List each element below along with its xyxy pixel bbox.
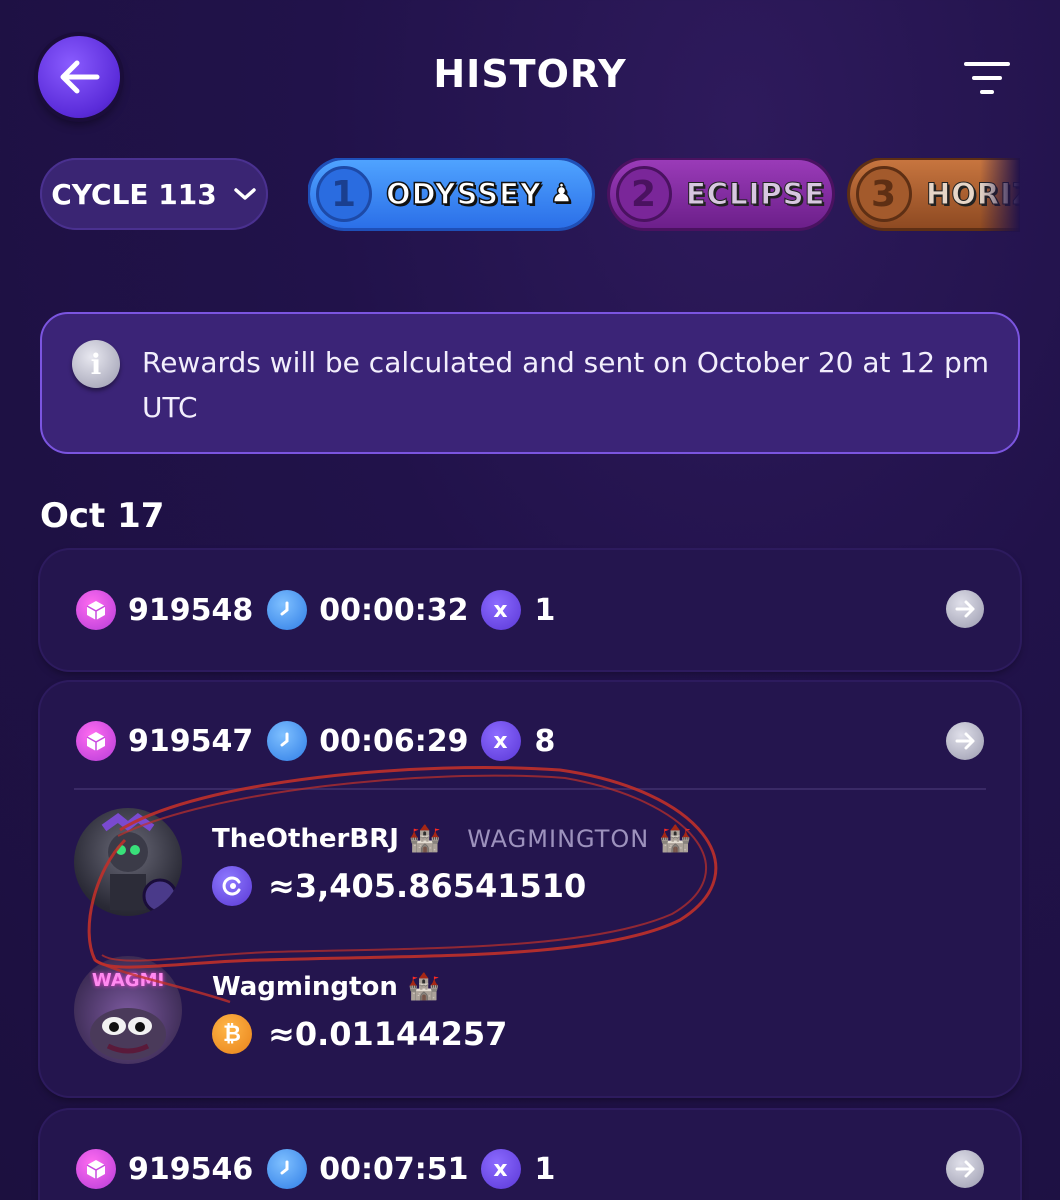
arrow-right-icon xyxy=(955,600,975,618)
pawn-icon: ♟ xyxy=(549,178,575,210)
open-round-button[interactable] xyxy=(946,590,984,628)
tab-number: 1 xyxy=(316,166,372,222)
winner-name: Wagmington xyxy=(212,972,398,1002)
winner-row[interactable]: TheOtherBRJ 🏰 WAGMINGTON 🏰 ≈3,405.865415… xyxy=(74,808,974,918)
clock-icon xyxy=(267,590,308,630)
reward-amount-line: ₿ ≈0.01144257 xyxy=(212,1014,507,1054)
info-banner: i Rewards will be calculated and sent on… xyxy=(40,312,1020,454)
league-tabs: 1 ODYSSEY ♟ 2 ECLIPSE 3 HORIZ xyxy=(308,158,1020,232)
castle-icon: 🏰 xyxy=(408,824,442,854)
reward-amount-line: ≈3,405.86541510 xyxy=(212,866,586,906)
arrow-right-icon xyxy=(955,1160,975,1178)
avatar xyxy=(74,808,182,916)
round-duration: 00:07:51 xyxy=(319,1151,469,1187)
header: HISTORY xyxy=(0,0,1060,150)
chevron-down-icon xyxy=(234,188,256,200)
arrow-right-icon xyxy=(955,732,975,750)
winner-team: WAGMINGTON xyxy=(467,825,650,853)
divider xyxy=(74,788,986,790)
filter-icon[interactable] xyxy=(964,60,1010,96)
round-duration: 00:00:32 xyxy=(319,592,469,628)
block-number: 919547 xyxy=(128,723,254,759)
info-text: Rewards will be calculated and sent on O… xyxy=(142,346,989,424)
bitcoin-icon: ₿ xyxy=(212,1014,252,1054)
date-heading: Oct 17 xyxy=(40,496,165,536)
round-multiplier: 8 xyxy=(534,723,556,759)
round-multiplier: 1 xyxy=(534,592,556,628)
cycle-select[interactable]: CYCLE 113 xyxy=(40,158,268,230)
block-number: 919548 xyxy=(128,592,254,628)
scroll-fade xyxy=(980,158,1020,232)
cube-icon xyxy=(76,721,116,761)
clock-icon xyxy=(267,721,308,761)
winner-name-line: TheOtherBRJ 🏰 WAGMINGTON 🏰 xyxy=(212,824,692,854)
page-title: HISTORY xyxy=(433,52,627,96)
avatar-label: WAGMI xyxy=(91,970,165,991)
round-summary: 919546 00:07:51 x 1 xyxy=(76,1110,555,1200)
clock-icon xyxy=(267,1149,308,1189)
winner-name-line: Wagmington 🏰 xyxy=(212,972,440,1002)
round-summary: 919547 00:06:29 x 8 xyxy=(76,682,555,800)
reward-amount: ≈0.01144257 xyxy=(268,1015,508,1053)
purple-token-icon xyxy=(212,866,252,906)
round-multiplier: 1 xyxy=(534,1151,556,1187)
round-summary: 919548 00:00:32 x 1 xyxy=(76,550,555,670)
multiplier-icon: x xyxy=(480,721,521,761)
tab-number: 3 xyxy=(856,166,912,222)
castle-icon: 🏰 xyxy=(659,824,692,854)
reward-amount: ≈3,405.86541510 xyxy=(268,867,587,905)
open-round-button[interactable] xyxy=(946,722,984,760)
round-card[interactable]: 919548 00:00:32 x 1 xyxy=(40,550,1020,670)
tab-eclipse[interactable]: 2 ECLIPSE xyxy=(610,160,832,228)
round-card[interactable]: 919546 00:07:51 x 1 xyxy=(40,1110,1020,1200)
castle-icon: 🏰 xyxy=(407,972,441,1002)
tab-label: ECLIPSE xyxy=(685,177,826,212)
tab-label: ODYSSEY xyxy=(385,176,542,212)
avatar: WAGMI xyxy=(74,956,182,1064)
cube-icon xyxy=(76,1149,116,1189)
tab-number: 2 xyxy=(616,166,672,222)
multiplier-icon: x xyxy=(480,1149,521,1189)
winner-row[interactable]: WAGMI Wagmington 🏰 ₿ ≈0.01144257 xyxy=(74,956,974,1066)
open-round-button[interactable] xyxy=(946,1150,984,1188)
round-duration: 00:06:29 xyxy=(319,723,469,759)
winner-name: TheOtherBRJ xyxy=(212,824,399,854)
info-icon: i xyxy=(72,340,120,388)
round-card[interactable]: 919547 00:06:29 x 8 TheOtherBRJ 🏰 WAGMIN… xyxy=(40,682,1020,1096)
block-number: 919546 xyxy=(128,1151,254,1187)
multiplier-icon: x xyxy=(480,590,521,630)
tab-odyssey[interactable]: 1 ODYSSEY ♟ xyxy=(310,160,592,228)
cycle-label: CYCLE 113 xyxy=(51,177,217,211)
cube-icon xyxy=(76,590,116,630)
